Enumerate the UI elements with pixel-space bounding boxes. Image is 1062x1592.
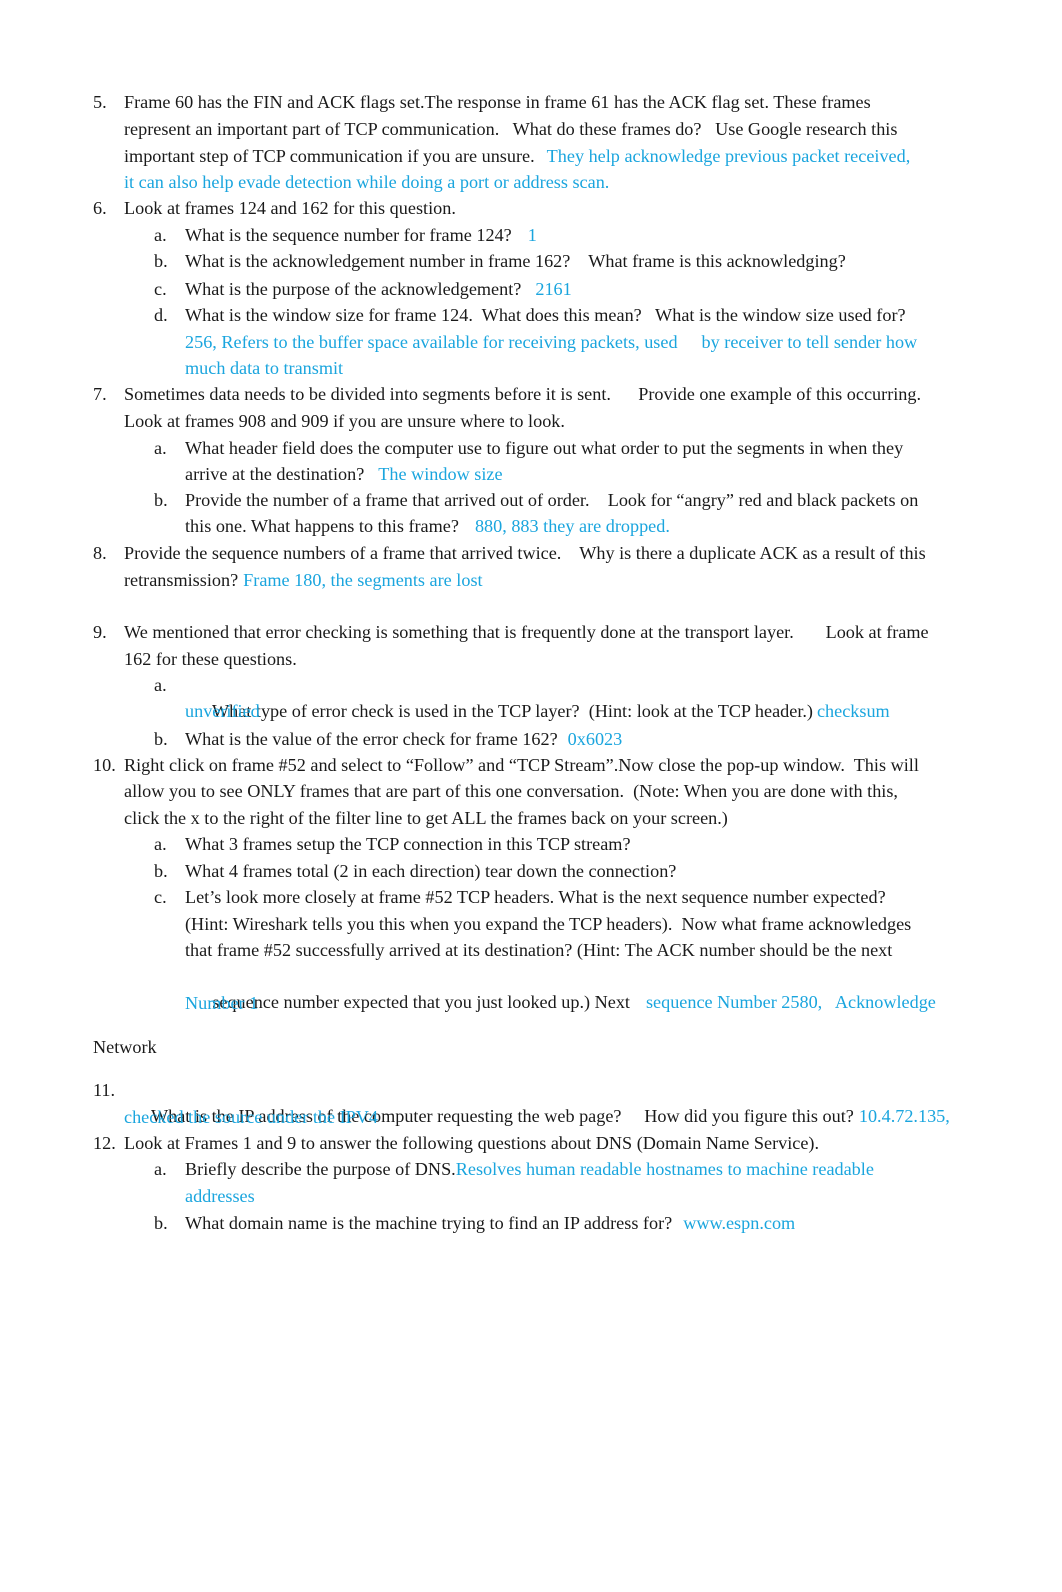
question-text: What is the sequence number for frame 12… [185,225,512,245]
answer-text: addresses [185,1186,255,1206]
answer-text: The window size [378,464,503,484]
answer-text: 1 [527,225,537,245]
question-text: Look at Frames 1 and 9 to answer the fol… [124,1133,820,1153]
sub-label: b. [154,861,168,881]
sub-question-a: What is the sequence number for frame 12… [185,222,537,248]
question-text: Let’s look more closely at frame #52 TCP… [185,887,886,907]
question-text: Look at frames 908 and 909 if you are un… [124,411,565,431]
answer-text: by receiver to tell sender how [701,332,918,352]
question-text: click the x to the right of the filter l… [124,808,728,828]
sub-label: c. [154,279,167,299]
question-number: 12. [93,1133,116,1153]
question-text-line: important step of TCP communication if y… [124,143,910,169]
question-text: important step of TCP communication if y… [124,146,535,166]
answer-text: They help acknowledge previous packet re… [546,146,911,166]
question-number: 6. [93,198,107,218]
sub-label: d. [154,305,168,325]
answer-text: Number 1 [185,993,259,1013]
question-text: What is the value of the error check for… [185,729,558,749]
sub-label: c. [154,887,167,907]
answer-text: checksum [816,701,890,721]
answer-text: 880, 883 they are dropped. [474,516,670,536]
question-text: We mentioned that error checking is some… [124,622,929,642]
question-text: Right click on frame #52 and select to “… [124,755,919,775]
answer-text: Frame 180, the segments are lost [243,570,483,590]
question-number: 11. [93,1080,116,1100]
sub-question-a-line: arrive at the destination? The window siz… [185,461,503,487]
sub-label: b. [154,251,168,271]
sub-label: a. [154,834,167,854]
sub-label: a. [154,438,167,458]
answer-text: 10.4.72.135, [858,1106,950,1126]
question-number: 7. [93,384,107,404]
answer-text: unverified [185,701,260,721]
question-text: What 3 frames setup the TCP connection i… [185,834,631,854]
sub-question-b-line: What domain name is the machine trying t… [185,1210,795,1236]
sub-question-c: What is the purpose of the acknowledgeme… [185,276,572,302]
question-text: What is the acknowledgement number in fr… [185,251,846,271]
question-text: that frame #52 successfully arrived at i… [185,940,893,960]
question-text: 162 for these questions. [124,649,297,669]
answer-text: 2161 [535,279,572,299]
question-text: Briefly describe the purpose of DNS. [185,1159,456,1179]
question-text: What is the purpose of the acknowledgeme… [185,279,522,299]
question-text: Provide the number of a frame that arriv… [185,490,919,510]
question-text: retransmission? [124,570,239,590]
answer-text: www.espn.com [683,1213,796,1233]
question-number: 8. [93,543,107,563]
sub-label: b. [154,729,168,749]
question-text: this one. What happens to this frame? [185,516,459,536]
sub-question-a-line: Briefly describe the purpose of DNS.Reso… [185,1156,874,1182]
question-text: Provide the sequence numbers of a frame … [124,543,926,563]
question-text: What header field does the computer use … [185,438,904,458]
question-number: 9. [93,622,107,642]
sub-label: b. [154,490,168,510]
sub-label: b. [154,1213,168,1233]
answer-text: Resolves human readable hostnames to mac… [455,1159,874,1179]
question-text: Frame 60 has the FIN and ACK flags set.T… [124,92,871,112]
sub-question-b-line: this one. What happens to this frame? 880… [185,513,670,539]
sub-label: a. [154,225,167,245]
answer-text: checked the source under the IPV4 [124,1107,379,1127]
question-text: sequence number expected that you just l… [212,992,630,1012]
answer-text: much data to transmit [185,358,344,378]
sub-question-c-line: sequence number expected that you just l… [185,963,936,1041]
document-page: 5. Frame 60 has the FIN and ACK flags se… [0,0,1062,1592]
answer-text: sequence Number 2580, Acknowledge [645,992,936,1012]
question-text: Look at frames 124 and 162 for this ques… [124,198,456,218]
question-text: allow you to see ONLY frames that are pa… [124,781,898,801]
question-text: What 4 frames total (2 in each direction… [185,861,677,881]
sub-question-b-line: What is the value of the error check for… [185,726,622,752]
answer-text: it can also help evade detection while d… [124,172,610,192]
question-text: represent an important part of TCP commu… [124,119,898,139]
question-text: Sometimes data needs to be divided into … [124,384,922,404]
sub-label: a. [154,1159,167,1179]
question-text: arrive at the destination? [185,464,365,484]
section-heading-network: Network [93,1037,157,1057]
question-8-line: retransmission? Frame 180, the segments a… [124,567,483,593]
question-number: 10. [93,755,116,775]
question-text: What type of error check is used in the … [211,701,813,721]
answer-text: 0x6023 [567,729,623,749]
sub-label: a. [154,675,167,695]
question-text: (Hint: Wireshark tells you this when you… [185,914,912,934]
question-text: What is the window size for frame 124. W… [185,305,906,325]
question-number: 5. [93,92,107,112]
answer-line: 256, Refers to the buffer space availabl… [185,329,917,355]
answer-text: 256, Refers to the buffer space availabl… [185,332,678,352]
question-text: What domain name is the machine trying t… [185,1213,673,1233]
